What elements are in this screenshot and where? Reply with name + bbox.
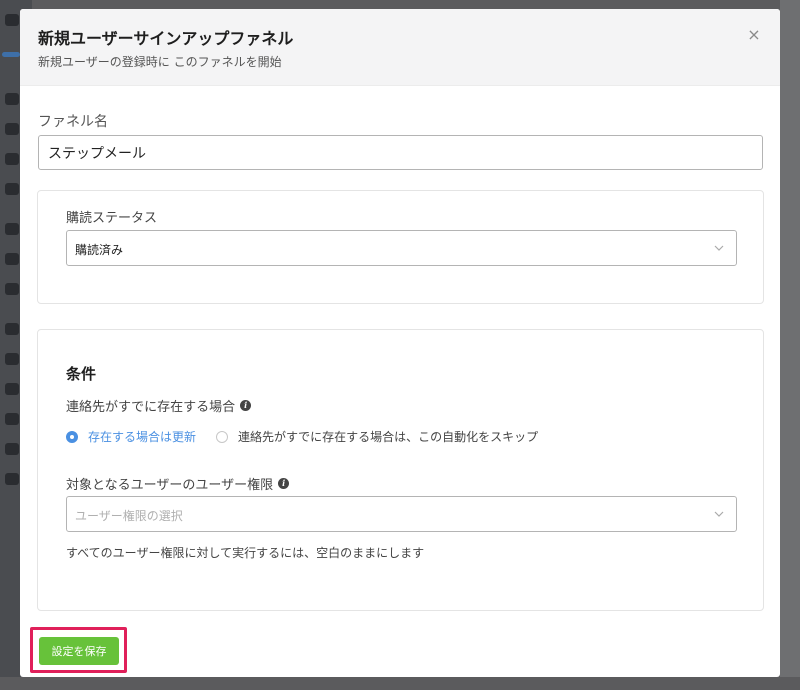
chart-icon [5,283,19,295]
background-right [780,0,800,690]
modal-title: 新規ユーザーサインアップファネル [38,29,294,48]
radio-skip[interactable]: 連絡先がすでに存在する場合は、この自動化をスキップ [216,428,538,445]
exists-label-row: 連絡先がすでに存在する場合 i [66,396,252,415]
radio-update[interactable]: 存在する場合は更新 [66,428,196,445]
modal-subtitle: 新規ユーザーの登録時に このファネルを開始 [38,55,282,69]
exists-radio-group: 存在する場合は更新 連絡先がすでに存在する場合は、この自動化をスキップ [66,428,558,445]
person-icon [5,383,19,395]
background-bottom [0,677,800,690]
wrench-icon [5,413,19,425]
radio-skip-label: 連絡先がすでに存在する場合は、この自動化をスキップ [238,430,539,444]
mail-icon [5,223,19,235]
roles-label: 対象となるユーザーのユーザー権限 [66,478,274,493]
save-settings-button[interactable]: 設定を保存 [39,637,119,665]
edit-icon [5,353,19,365]
radio-dot [216,430,229,443]
modal-header: 新規ユーザーサインアップファネル 新規ユーザーの登録時に このファネルを開始 × [20,9,780,86]
subscription-label: 購読ステータス [66,211,158,226]
grid-icon [5,443,19,455]
roles-hint: すべてのユーザー権限に対して実行するには、空白のままにします [66,546,425,560]
chat-icon [5,183,19,195]
box-icon [5,253,19,265]
info-icon[interactable]: i [240,400,252,411]
chevron-down-icon [714,245,724,251]
roles-select[interactable]: ユーザー権限の選択 [66,496,737,532]
radio-update-label: 存在する場合は更新 [88,430,197,444]
conditions-card: 条件 連絡先がすでに存在する場合 i 存在する場合は更新 連絡先がすでに存在する… [37,329,764,611]
subscription-value: 購読済み [75,243,124,257]
radio-dot [66,430,78,443]
subscription-card: 購読ステータス 購読済み [37,190,764,304]
funnel-icon [2,52,20,57]
dashboard-icon [5,14,19,26]
users-icon [5,123,19,135]
tool-icon [5,323,19,335]
funnel-name-input[interactable] [38,135,763,170]
close-icon[interactable]: × [746,27,762,43]
pin-icon [5,93,19,105]
conditions-title: 条件 [66,365,97,383]
exists-label: 連絡先がすでに存在する場合 [66,400,236,415]
chevron-down-icon [714,511,724,517]
play-icon [5,473,19,485]
document-icon [5,153,19,165]
roles-placeholder: ユーザー権限の選択 [75,509,183,523]
info-icon[interactable]: i [278,478,290,489]
funnel-modal: 新規ユーザーサインアップファネル 新規ユーザーの登録時に このファネルを開始 ×… [20,9,780,677]
subscription-select[interactable]: 購読済み [66,230,737,266]
funnel-name-label: ファネル名 [38,114,108,130]
roles-label-row: 対象となるユーザーのユーザー権限 i [66,474,290,493]
